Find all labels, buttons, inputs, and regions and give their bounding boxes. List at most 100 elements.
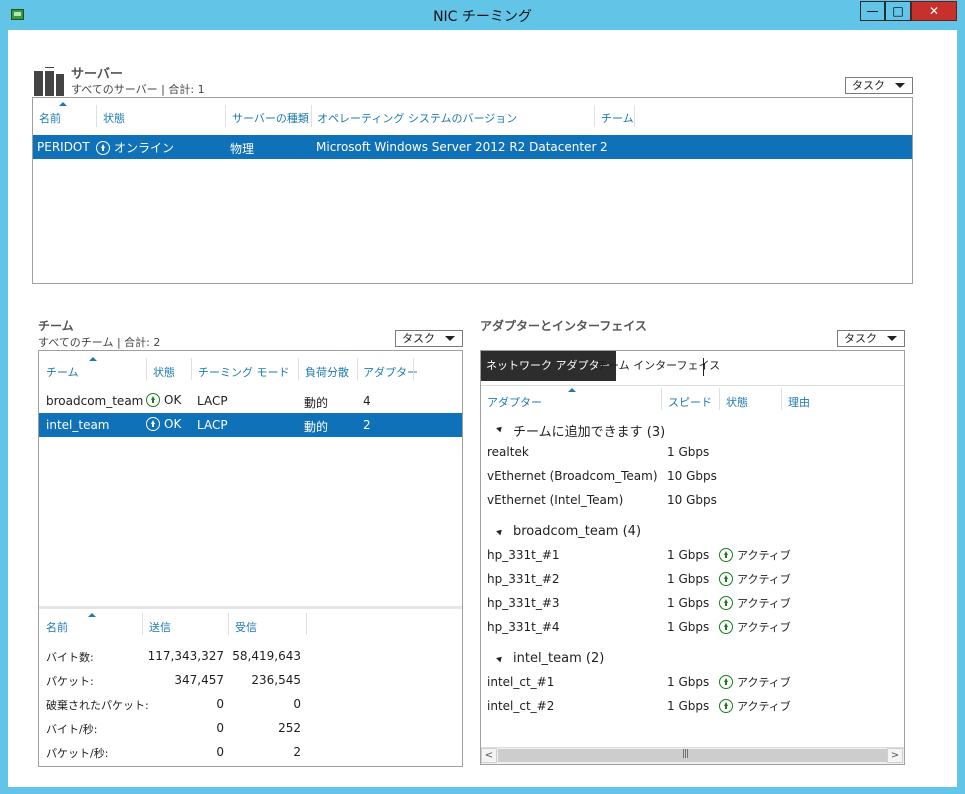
teams-subtitle: すべてのチーム | 合計: 2 xyxy=(38,336,161,349)
server-name: PERIDOT xyxy=(37,140,90,154)
stats-header-name[interactable]: 名前 xyxy=(46,619,68,635)
adapter-status-label: アクティブ xyxy=(737,700,791,713)
adapter-status-label: アクティブ xyxy=(737,573,791,586)
stats-sent: 0 xyxy=(216,745,224,759)
stats-received: 0 xyxy=(293,697,301,711)
column-header-load-balancing[interactable]: 負荷分散 xyxy=(305,364,349,380)
team-status-label: OK xyxy=(164,393,182,407)
list-item[interactable]: intel_ct_#1 1 Gbps アクティブ xyxy=(481,670,904,694)
stats-name: パケット/秒: xyxy=(46,747,109,760)
column-header-team[interactable]: チーム xyxy=(46,364,79,380)
stats-header-received[interactable]: 受信 xyxy=(235,619,257,635)
maximize-button[interactable]: □ xyxy=(885,1,911,21)
list-item[interactable]: hp_331t_#3 1 Gbps アクティブ xyxy=(481,591,904,615)
servers-task-button[interactable]: タスク xyxy=(845,77,913,94)
teams-task-button[interactable]: タスク xyxy=(395,330,463,347)
collapse-group-icon[interactable] xyxy=(496,654,504,663)
stats-row: 破棄されたパケット: 0 0 xyxy=(39,692,462,716)
column-header-reason[interactable]: 理由 xyxy=(788,394,810,410)
stats-row: バイト/秒: 0 252 xyxy=(39,716,462,740)
adapter-name: hp_331t_#1 xyxy=(487,548,560,562)
adapter-status: アクティブ xyxy=(719,674,791,690)
minimize-button[interactable]: — xyxy=(860,1,885,21)
list-item[interactable]: vEthernet (Broadcom_Team) 10 Gbps xyxy=(481,464,904,488)
team-lb: 動的 xyxy=(304,396,329,410)
column-header-status[interactable]: 状態 xyxy=(726,394,748,410)
stats-sent: 347,457 xyxy=(174,673,224,687)
scrollbar-thumb[interactable]: ||| xyxy=(498,749,887,762)
online-status-icon xyxy=(96,141,110,155)
stats-name: パケット: xyxy=(46,675,94,688)
adapters-task-label: タスク xyxy=(844,332,877,345)
collapse-group-icon[interactable] xyxy=(496,424,504,433)
adapter-name: vEthernet (Broadcom_Team) xyxy=(487,469,658,483)
sort-ascending-icon xyxy=(88,613,96,617)
adapters-panel: ネットワーク アダプター チーム インターフェイス アダプター スピード 状態 … xyxy=(480,350,905,765)
adapters-task-button[interactable]: タスク xyxy=(837,330,905,347)
main-content: サーバー すべてのサーバー | 合計: 1 タスク 名前 状態 サーバーの種類 … xyxy=(8,30,957,787)
column-header-server-type[interactable]: サーバーの種類 xyxy=(232,110,309,126)
active-status-icon xyxy=(719,548,733,562)
sort-ascending-icon xyxy=(59,102,67,106)
server-icon xyxy=(34,64,66,96)
list-item[interactable]: intel_ct_#2 1 Gbps アクティブ xyxy=(481,694,904,718)
scroll-grip-icon: ||| xyxy=(682,749,689,759)
collapse-group-icon[interactable] xyxy=(496,527,504,536)
ok-status-icon xyxy=(146,393,160,407)
chevron-down-icon xyxy=(895,83,905,88)
adapters-title: アダプターとインターフェイス xyxy=(480,319,647,333)
stats-sent: 0 xyxy=(216,721,224,735)
group-header: チームに追加できます (3) xyxy=(513,425,666,440)
adapter-speed: 10 Gbps xyxy=(667,469,717,483)
list-item[interactable]: hp_331t_#2 1 Gbps アクティブ xyxy=(481,567,904,591)
horizontal-scrollbar[interactable]: < ||| > xyxy=(481,747,904,764)
team-status-label: OK xyxy=(164,417,182,431)
adapter-name: intel_ct_#2 xyxy=(487,699,555,713)
scroll-right-button[interactable]: > xyxy=(887,748,903,763)
adapter-status: アクティブ xyxy=(719,571,791,587)
adapter-speed: 10 Gbps xyxy=(667,493,717,507)
title-bar: NIC チーミング — □ ✕ xyxy=(0,0,965,30)
adapter-speed: 1 Gbps xyxy=(667,699,710,713)
column-header-status[interactable]: 状態 xyxy=(103,110,125,126)
splitter[interactable] xyxy=(39,606,462,609)
column-header-speed[interactable]: スピード xyxy=(668,394,712,410)
stats-sent: 0 xyxy=(216,697,224,711)
team-mode: LACP xyxy=(197,394,228,408)
stats-name: バイト数: xyxy=(46,651,94,664)
server-teams: 2 xyxy=(600,140,608,154)
stats-row: パケット: 347,457 236,545 xyxy=(39,668,462,692)
team-name: broadcom_team xyxy=(46,394,144,408)
adapter-speed: 1 Gbps xyxy=(667,675,710,689)
column-header-teaming-mode[interactable]: チーミング モード xyxy=(198,364,290,380)
column-header-name[interactable]: 名前 xyxy=(39,110,61,126)
sort-ascending-icon xyxy=(568,388,576,392)
active-status-icon xyxy=(719,699,733,713)
column-header-os-version[interactable]: オペレーティング システムのバージョン xyxy=(317,110,517,126)
table-row[interactable]: PERIDOT オンライン 物理 Microsoft Windows Serve… xyxy=(33,135,912,159)
column-header-adapter[interactable]: アダプター xyxy=(487,394,542,410)
stats-header-sent[interactable]: 送信 xyxy=(149,619,171,635)
list-item[interactable]: hp_331t_#4 1 Gbps アクティブ xyxy=(481,615,904,639)
active-status-icon xyxy=(719,620,733,634)
column-header-teams[interactable]: チーム xyxy=(601,110,634,126)
column-header-status[interactable]: 状態 xyxy=(153,364,175,380)
tab-team-interfaces[interactable]: チーム インターフェイス xyxy=(592,351,725,381)
server-os: Microsoft Windows Server 2012 R2 Datacen… xyxy=(316,140,597,154)
stats-received: 252 xyxy=(278,721,301,735)
server-status-label: オンライン xyxy=(114,141,175,155)
table-row[interactable]: broadcom_team OK LACP 動的 4 xyxy=(39,389,462,413)
adapter-speed: 1 Gbps xyxy=(667,445,710,459)
table-row[interactable]: intel_team OK LACP 動的 2 xyxy=(39,413,462,437)
stats-sent: 117,343,327 xyxy=(147,649,224,663)
adapter-status-label: アクティブ xyxy=(737,676,791,689)
column-header-adapters[interactable]: アダプター xyxy=(363,364,418,380)
scroll-left-button[interactable]: < xyxy=(481,748,497,763)
servers-task-label: タスク xyxy=(852,79,885,92)
list-item[interactable]: realtek 1 Gbps xyxy=(481,440,904,464)
adapter-name: vEthernet (Intel_Team) xyxy=(487,493,624,507)
active-status-icon xyxy=(719,675,733,689)
close-button[interactable]: ✕ xyxy=(911,1,957,21)
list-item[interactable]: vEthernet (Intel_Team) 10 Gbps xyxy=(481,488,904,512)
list-item[interactable]: hp_331t_#1 1 Gbps アクティブ xyxy=(481,543,904,567)
